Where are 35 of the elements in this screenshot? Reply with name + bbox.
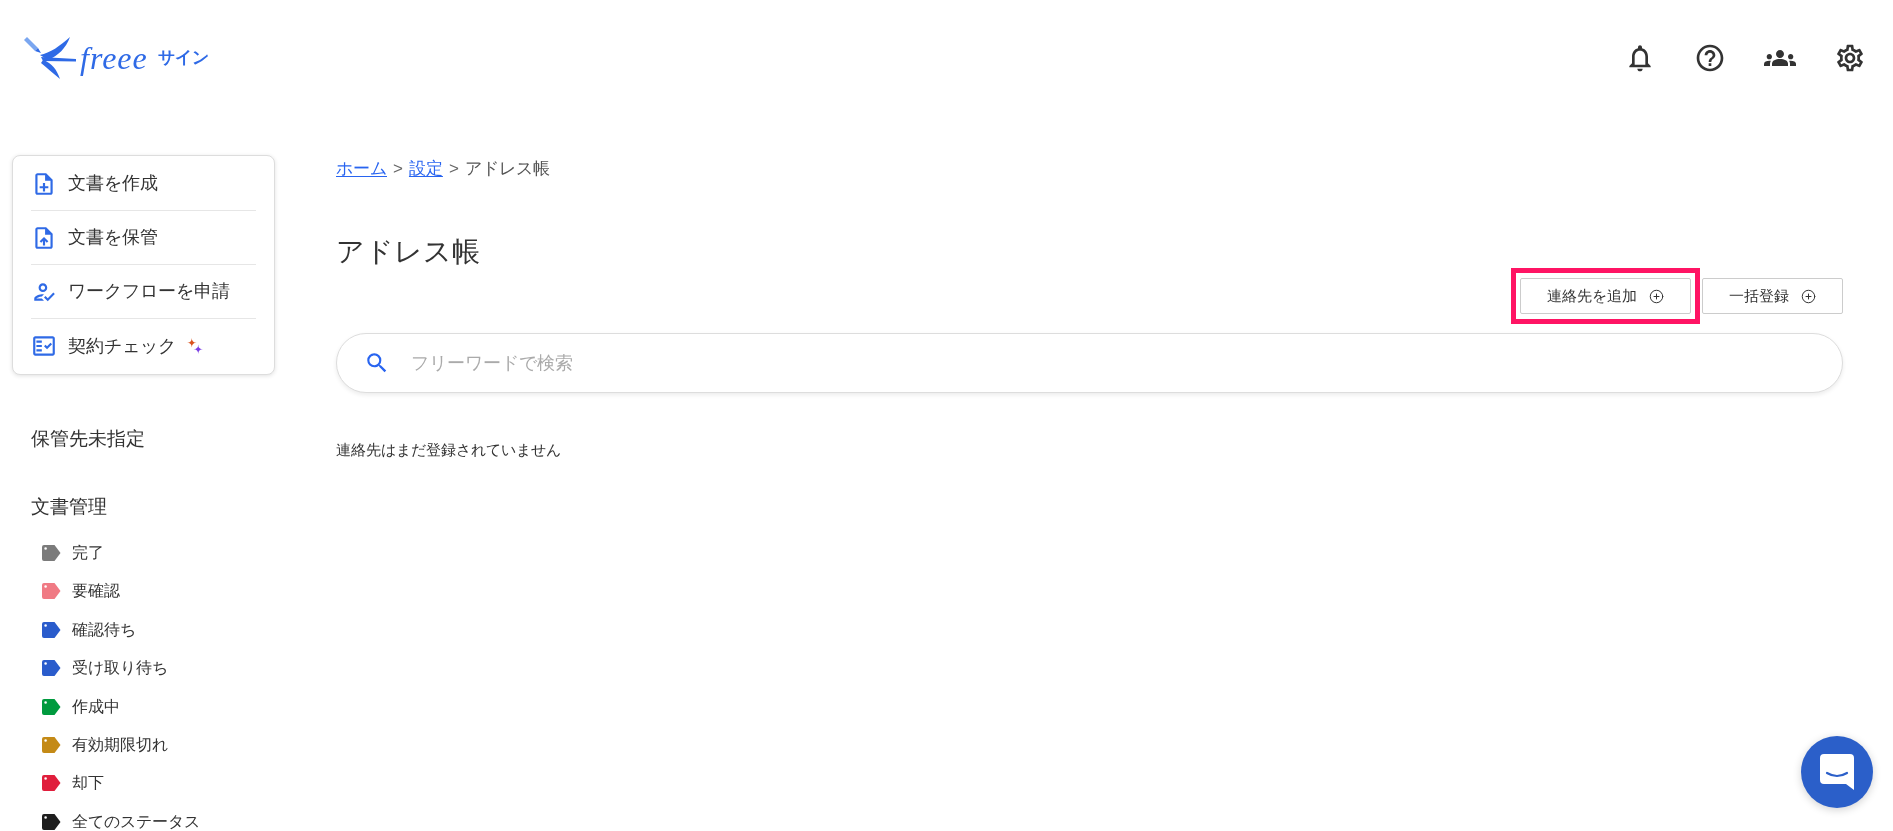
breadcrumb-current: アドレス帳: [464, 158, 550, 180]
plus-circle-icon: [1649, 288, 1664, 304]
sidebar-menu-item[interactable]: ワークフローを申請: [31, 265, 256, 319]
brand-name: freee: [80, 39, 148, 78]
settings-icon[interactable]: [1834, 42, 1866, 74]
status-tag-link[interactable]: 全てのステータス: [42, 811, 200, 831]
sidebar-link[interactable]: 保管先未指定: [31, 425, 145, 453]
bird-logo-icon: [22, 36, 76, 80]
status-tag-link[interactable]: 作成中: [42, 696, 120, 717]
empty-message: 連絡先はまだ登録されていません: [336, 440, 561, 460]
product-name: サイン: [157, 47, 209, 69]
breadcrumb-separator: >: [448, 158, 459, 180]
sidebar-menu-item[interactable]: 文書を保管: [31, 211, 256, 265]
status-tag-link[interactable]: 完了: [42, 543, 104, 563]
action-button[interactable]: 一括登録: [1702, 278, 1843, 314]
breadcrumb-link[interactable]: ホーム: [336, 157, 387, 181]
breadcrumb-separator: >: [393, 158, 403, 180]
sidebar-menu-item[interactable]: 文書を作成: [31, 157, 256, 211]
search-field[interactable]: フリーワードで検索: [336, 333, 1843, 393]
page-title: アドレス帳: [336, 236, 480, 268]
action-button[interactable]: 連絡先を追加: [1520, 278, 1691, 314]
plus-circle-icon: [1801, 288, 1816, 304]
status-tag-link[interactable]: 確認待ち: [42, 619, 136, 640]
chat-button[interactable]: [1801, 736, 1873, 808]
sparkle-icon: [187, 338, 203, 354]
checklist-icon: [31, 333, 57, 359]
chat-bubble-icon: [1820, 754, 1854, 790]
help-icon[interactable]: [1694, 42, 1726, 74]
status-tag-link[interactable]: 受け取り待ち: [42, 658, 168, 679]
status-tag-link[interactable]: 却下: [42, 773, 104, 794]
sidebar-menu-item[interactable]: 契約チェック: [31, 319, 256, 373]
status-tag-link[interactable]: 要確認: [42, 581, 120, 602]
sidebar-section-title: 文書管理: [31, 495, 107, 519]
status-tag-link[interactable]: 有効期限切れ: [42, 734, 168, 755]
breadcrumb-link[interactable]: 設定: [408, 157, 443, 181]
